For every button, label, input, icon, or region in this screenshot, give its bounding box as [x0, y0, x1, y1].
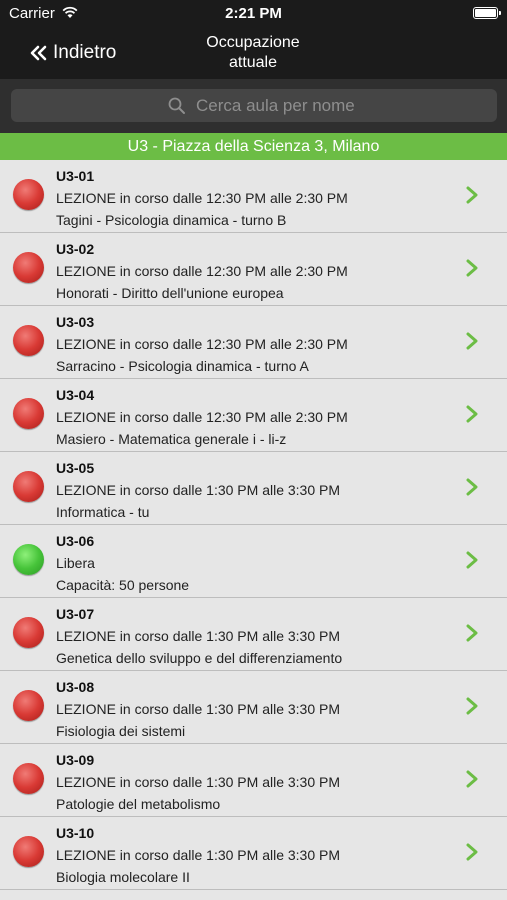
- room-detail: Genetica dello sviluppo e del differenzi…: [56, 650, 343, 666]
- room-name: U3-03: [56, 314, 95, 330]
- chevron-right-icon[interactable]: [465, 258, 479, 278]
- occupied-indicator-icon: [13, 763, 44, 794]
- room-name: U3-04: [56, 387, 95, 403]
- chevron-right-icon[interactable]: [465, 185, 479, 205]
- room-row[interactable]: U3-03 LEZIONE in corso dalle 12:30 PM all…: [0, 306, 507, 379]
- room-detail: Informatica - tu: [56, 504, 150, 520]
- room-status: LEZIONE in corso dalle 1:30 PM alle 3:30…: [56, 482, 341, 498]
- occupied-indicator-icon: [13, 836, 44, 867]
- room-detail: Biologia molecolare II: [56, 869, 190, 885]
- back-button[interactable]: Indietro: [30, 42, 116, 64]
- occupied-indicator-icon: [13, 690, 44, 721]
- room-row[interactable]: U3-10 LEZIONE in corso dalle 1:30 PM alle…: [0, 817, 507, 890]
- status-bar: Carrier 2:21 PM: [0, 0, 507, 28]
- page-title-line1: Occupazione: [206, 34, 300, 51]
- room-detail: Patologie del metabolismo: [56, 796, 221, 812]
- occupied-indicator-icon: [13, 617, 44, 648]
- occupied-indicator-icon: [13, 398, 44, 429]
- room-detail: Sarracino - Psicologia dinamica - turno …: [56, 358, 309, 374]
- room-name: U3-06: [56, 533, 95, 549]
- search-placeholder: Cerca aula per nome: [196, 96, 355, 115]
- chevron-right-icon[interactable]: [465, 331, 479, 351]
- available-indicator-icon: [13, 544, 44, 575]
- room-status: Libera: [56, 555, 95, 571]
- room-name: U3-01: [56, 168, 95, 184]
- room-row[interactable]: U3-08 LEZIONE in corso dalle 1:30 PM alle…: [0, 671, 507, 744]
- room-detail: Fisiologia dei sistemi: [56, 723, 186, 739]
- chevron-right-icon[interactable]: [465, 842, 479, 862]
- chevron-right-icon[interactable]: [465, 477, 479, 497]
- occupied-indicator-icon: [13, 179, 44, 210]
- room-name: U3-05: [56, 460, 95, 476]
- room-row[interactable]: U3-06 Libera Capacità: 50 persone: [0, 525, 507, 598]
- room-detail: Masiero - Matematica generale i - li-z: [56, 431, 287, 447]
- chevron-right-icon[interactable]: [465, 550, 479, 570]
- room-status: LEZIONE in corso dalle 1:30 PM alle 3:30…: [56, 847, 341, 863]
- chevron-right-icon[interactable]: [465, 696, 479, 716]
- occupied-indicator-icon: [13, 325, 44, 356]
- page-title: Occupazione attuale: [153, 33, 353, 73]
- section-header: U3 - Piazza della Scienza 3, Milano: [0, 133, 507, 160]
- room-detail: Capacità: 50 persone: [56, 577, 190, 593]
- room-status: LEZIONE in corso dalle 1:30 PM alle 3:30…: [56, 701, 341, 717]
- room-name: U3-08: [56, 679, 95, 695]
- room-status: LEZIONE in corso dalle 12:30 PM alle 2:3…: [56, 190, 348, 206]
- room-status: LEZIONE in corso dalle 12:30 PM alle 2:3…: [56, 263, 348, 279]
- clock: 2:21 PM: [225, 5, 282, 22]
- room-status: LEZIONE in corso dalle 12:30 PM alle 2:3…: [56, 336, 348, 352]
- double-chevron-left-icon: [30, 45, 47, 61]
- room-row[interactable]: U3-04 LEZIONE in corso dalle 12:30 PM all…: [0, 379, 507, 452]
- room-name: U3-02: [56, 241, 95, 257]
- room-list: U3-01 LEZIONE in corso dalle 12:30 PM all…: [0, 160, 507, 890]
- battery-icon: [473, 7, 501, 19]
- search-input[interactable]: Cerca aula per nome: [11, 89, 497, 122]
- chevron-right-icon[interactable]: [465, 769, 479, 789]
- room-row[interactable]: U3-09 LEZIONE in corso dalle 1:30 PM alle…: [0, 744, 507, 817]
- chevron-right-icon[interactable]: [465, 404, 479, 424]
- room-status: LEZIONE in corso dalle 12:30 PM alle 2:3…: [56, 409, 348, 425]
- search-bar: Cerca aula per nome: [0, 79, 507, 133]
- room-row[interactable]: U3-05 LEZIONE in corso dalle 1:30 PM alle…: [0, 452, 507, 525]
- room-name: U3-09: [56, 752, 95, 768]
- room-detail: Honorati - Diritto dell'unione europea: [56, 285, 284, 301]
- search-icon: [168, 97, 185, 114]
- page-title-line2: attuale: [228, 54, 278, 71]
- room-status: LEZIONE in corso dalle 1:30 PM alle 3:30…: [56, 774, 341, 790]
- occupied-indicator-icon: [13, 252, 44, 283]
- room-name: U3-07: [56, 606, 95, 622]
- room-row[interactable]: U3-02 LEZIONE in corso dalle 12:30 PM all…: [0, 233, 507, 306]
- room-row[interactable]: U3-07 LEZIONE in corso dalle 1:30 PM alle…: [0, 598, 507, 671]
- chevron-right-icon[interactable]: [465, 623, 479, 643]
- room-detail: Tagini - Psicologia dinamica - turno B: [56, 212, 287, 228]
- back-button-label: Indietro: [53, 42, 117, 63]
- room-row[interactable]: U3-01 LEZIONE in corso dalle 12:30 PM all…: [0, 160, 507, 233]
- room-name: U3-10: [56, 825, 95, 841]
- occupied-indicator-icon: [13, 471, 44, 502]
- navigation-bar: Indietro Occupazione attuale: [0, 28, 507, 79]
- room-status: LEZIONE in corso dalle 1:30 PM alle 3:30…: [56, 628, 341, 644]
